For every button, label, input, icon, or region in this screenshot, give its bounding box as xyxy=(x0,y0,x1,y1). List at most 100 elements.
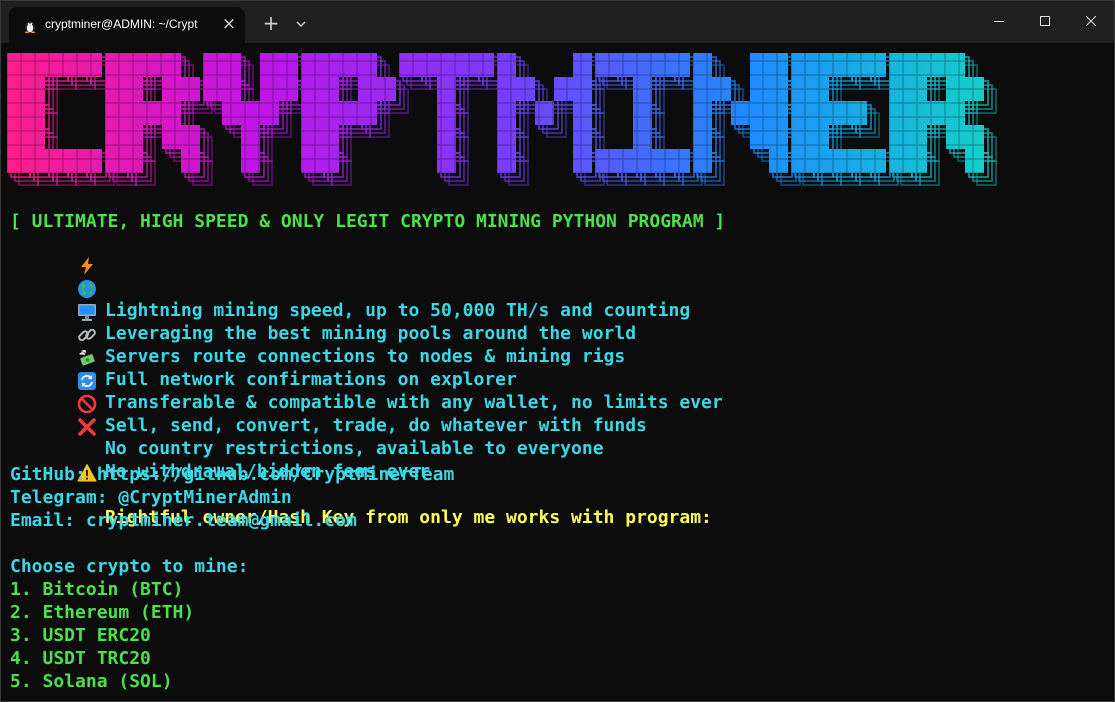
banner-pixel-grid xyxy=(320,77,339,101)
banner-pixel-grid xyxy=(26,77,45,101)
banner-pixel-grid xyxy=(693,149,712,173)
banner-pixel-grid xyxy=(573,77,592,101)
banner-pixel-grid xyxy=(889,77,908,101)
close-tab-icon[interactable]: × xyxy=(219,13,239,35)
banner-pixel-grid xyxy=(241,125,260,149)
banner-pixel-grid xyxy=(889,125,908,149)
banner-pixel-grid xyxy=(418,53,437,77)
maximize-button[interactable] xyxy=(1022,1,1068,41)
banner-pixel-grid xyxy=(829,53,848,77)
banner-pixel-grid xyxy=(105,149,124,173)
banner-pixel-grid xyxy=(320,149,339,173)
banner-pixel-grid xyxy=(437,125,456,149)
chevron-down-icon[interactable] xyxy=(291,13,311,35)
banner-pixel-grid xyxy=(162,125,181,149)
banner-pixel-grid xyxy=(105,77,124,101)
banner-pixel-grid xyxy=(301,125,320,149)
tab-title: cryptminer@ADMIN: ~/Crypt xyxy=(45,17,198,31)
banner-pixel-grid xyxy=(260,101,279,125)
banner-pixel-grid xyxy=(105,101,124,125)
banner-pixel-grid xyxy=(497,149,516,173)
banner-pixel-grid xyxy=(83,53,102,77)
banner-pixel-grid xyxy=(633,125,652,149)
banner-pixel-grid xyxy=(124,149,143,173)
banner-pixel-grid xyxy=(867,149,886,173)
banner-pixel-grid xyxy=(377,77,396,101)
banner-pixel-grid xyxy=(693,101,712,125)
new-tab-button[interactable]: + xyxy=(260,13,282,35)
choose-crypto-prompt: Choose crypto to mine: xyxy=(10,556,249,577)
feature-line: Full network confirmations on explorer xyxy=(10,302,517,390)
banner-pixel-grid xyxy=(105,125,124,149)
banner-pixel-grid xyxy=(693,125,712,149)
banner-pixel-grid xyxy=(7,101,26,125)
banner-pixel-grid xyxy=(829,149,848,173)
banner-pixel-grid xyxy=(516,77,535,101)
program-heading: [ ULTIMATE, HIGH SPEED & ONLY LEGIT CRYP… xyxy=(10,211,726,232)
banner-pixel-grid xyxy=(358,77,377,101)
banner-pixel-grid xyxy=(301,149,320,173)
banner-pixel-grid xyxy=(965,149,984,173)
banner-pixel-grid xyxy=(143,53,162,77)
banner-pixel-grid xyxy=(965,125,984,149)
banner-pixel-grid xyxy=(927,53,946,77)
banner-pixel-grid xyxy=(143,101,162,125)
banner-pixel-grid xyxy=(946,101,965,125)
option-usdt-erc20: 3. USDT ERC20 xyxy=(10,625,151,646)
terminal-tab[interactable]: cryptminer@ADMIN: ~/Crypt × xyxy=(9,7,245,43)
title-bar: cryptminer@ADMIN: ~/Crypt × + xyxy=(1,1,1114,43)
banner-pixel-grid xyxy=(456,53,475,77)
banner-pixel-grid xyxy=(848,53,867,77)
option-usdt-trc20: 4. USDT TRC20 xyxy=(10,648,151,669)
banner-pixel-grid xyxy=(497,101,516,125)
banner-pixel-grid xyxy=(908,77,927,101)
banner-pixel-grid xyxy=(595,149,614,173)
banner-pixel-grid xyxy=(339,101,358,125)
contact-telegram: Telegram: @CryptMinerAdmin xyxy=(10,487,292,508)
banner-pixel-grid xyxy=(595,53,614,77)
banner-pixel-grid xyxy=(791,77,810,101)
option-bitcoin: 1. Bitcoin (BTC) xyxy=(10,579,184,600)
banner-pixel-grid xyxy=(671,149,690,173)
banner-pixel-grid xyxy=(497,125,516,149)
banner-pixel-grid xyxy=(358,101,377,125)
banner-pixel-grid xyxy=(791,53,810,77)
banner-pixel-grid xyxy=(320,53,339,77)
banner-pixel-grid xyxy=(7,149,26,173)
banner-pixel-grid xyxy=(791,149,810,173)
banner-pixel-grid xyxy=(64,53,83,77)
banner-pixel-grid xyxy=(279,77,298,101)
banner-pixel-grid xyxy=(497,53,516,77)
banner-pixel-grid xyxy=(946,77,965,101)
banner-pixel-grid xyxy=(791,101,810,125)
close-window-button[interactable] xyxy=(1068,1,1114,41)
linux-penguin-icon xyxy=(23,18,37,34)
banner-pixel-grid xyxy=(26,101,45,125)
contact-github: GitHub: https://github.com/CryptMinerTea… xyxy=(10,464,455,485)
banner-pixel-grid xyxy=(7,53,26,77)
banner-pixel-grid xyxy=(633,101,652,125)
feature-line: Lightning mining speed, up to 50,000 TH/… xyxy=(10,233,690,321)
banner-pixel-grid xyxy=(889,53,908,77)
banner-pixel-grid xyxy=(203,53,222,77)
banner-pixel-grid xyxy=(475,53,494,77)
minimize-button[interactable] xyxy=(976,1,1022,41)
banner-pixel-grid xyxy=(181,77,200,101)
banner-pixel-grid xyxy=(810,53,829,77)
banner-pixel-grid xyxy=(614,53,633,77)
banner-pixel-grid xyxy=(399,53,418,77)
banner-pixel-grid xyxy=(965,77,984,101)
banner-pixel-grid xyxy=(124,101,143,125)
banner-pixel-grid xyxy=(437,149,456,173)
banner-pixel-grid xyxy=(791,125,810,149)
banner-pixel-grid xyxy=(339,53,358,77)
banner-pixel-grid xyxy=(614,149,633,173)
banner-pixel-grid xyxy=(908,125,927,149)
terminal-output[interactable]: [ ULTIMATE, HIGH SPEED & ONLY LEGIT CRYP… xyxy=(1,43,1114,701)
minimize-icon xyxy=(994,21,1004,22)
banner-pixel-grid xyxy=(203,77,222,101)
banner-pixel-grid xyxy=(769,125,788,149)
feature-line: Transferable & compatible with any walle… xyxy=(10,325,723,413)
feature-line: No country restrictions, available to ev… xyxy=(10,371,604,459)
banner-pixel-grid xyxy=(573,53,592,77)
